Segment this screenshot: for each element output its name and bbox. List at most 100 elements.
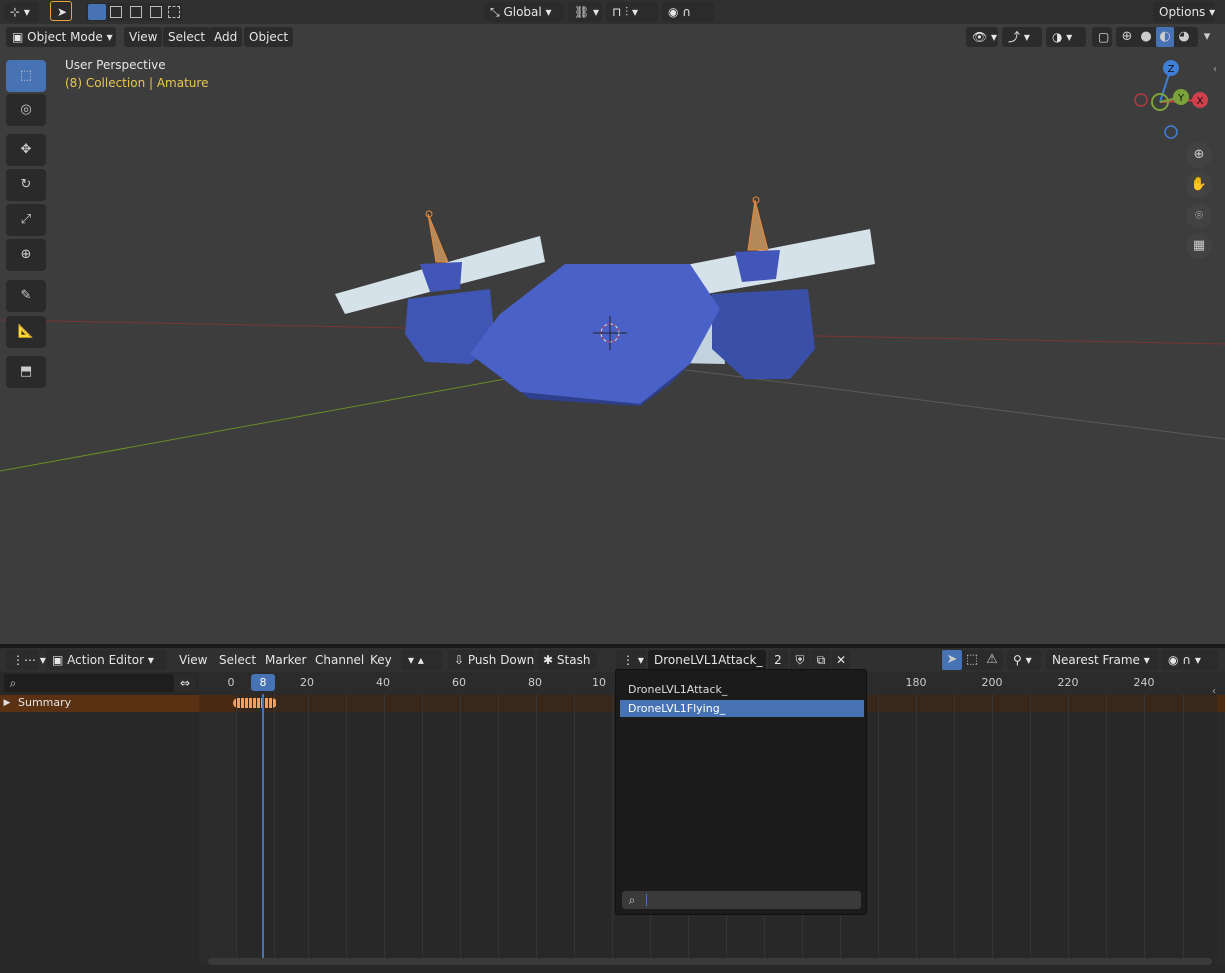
ae-menu-select[interactable]: Select	[214, 650, 261, 670]
proportional-icon: ◉ ∩	[668, 5, 692, 19]
camera-view-button[interactable]: ⌾	[1186, 203, 1212, 229]
keyframe-cluster[interactable]	[233, 698, 277, 708]
pivot-dropdown[interactable]: ⛓ ▾	[568, 2, 602, 22]
sidebar-toggle-icon[interactable]: ‹	[1213, 64, 1217, 75]
dropdown-search-field[interactable]: ⌕	[622, 891, 861, 909]
select-intersect-button[interactable]	[168, 6, 180, 18]
new-action-button[interactable]: ⧉	[811, 650, 831, 670]
dopesheet-editor-type[interactable]: ⋮⋯ ▾	[6, 650, 46, 670]
editor-type-button[interactable]: ⊹ ▾	[4, 2, 38, 22]
swap-filter-button[interactable]: ⇔	[174, 674, 196, 692]
tool-move[interactable]: ✥	[6, 134, 46, 166]
scale-icon: ⤢	[20, 212, 32, 227]
channel-search-input[interactable]: ⌕	[4, 674, 174, 692]
select-subtract-button[interactable]	[130, 6, 142, 18]
select-invert-button[interactable]	[150, 6, 162, 18]
tick-180: 180	[905, 676, 927, 689]
fake-user-button[interactable]: ⛨	[790, 650, 810, 670]
visibility-dropdown[interactable]: 👁 ▾	[966, 27, 998, 47]
select-extend-button[interactable]	[110, 6, 122, 18]
menu-view[interactable]: View	[124, 27, 163, 47]
3d-viewport[interactable]: Z Y X User Perspective (8) Collection | …	[0, 24, 1225, 644]
user-count-badge[interactable]: 2	[768, 650, 788, 670]
filter-dropdown[interactable]: ⚲ ▾	[1007, 650, 1041, 670]
tool-rotate[interactable]: ↻	[6, 169, 46, 201]
summary-channel[interactable]: ▶ Summary	[0, 695, 199, 712]
playhead-line[interactable]	[262, 694, 264, 964]
tool-transform[interactable]: ⊕	[6, 239, 46, 271]
arrow-down-up-icon: ▾ ▴	[408, 653, 424, 667]
orientation-dropdown[interactable]: ⤡ Global ▾	[484, 2, 564, 22]
stash-button[interactable]: ✱ Stash	[537, 650, 597, 670]
ae-menu-channel[interactable]: Channel	[310, 650, 369, 670]
overlay-dropdown[interactable]: ◑ ▾	[1046, 27, 1086, 47]
editor-type-icon: ⊹ ▾	[10, 5, 30, 19]
nav-gizmo: Z Y X	[1134, 60, 1208, 139]
mode-editor-dropdown[interactable]: ▣ Action Editor ▾	[46, 650, 166, 670]
tool-cursor[interactable]: ◎	[6, 94, 46, 126]
ae-menu-view[interactable]: View	[174, 650, 212, 670]
layer-nav-group[interactable]: ▾ ▴	[402, 650, 442, 670]
current-frame-badge[interactable]: 8	[251, 674, 275, 691]
annotate-icon: ✎	[20, 288, 32, 303]
snap-mode-dropdown[interactable]: Nearest Frame ▾	[1046, 650, 1158, 670]
action-name-field[interactable]: DroneLVL1Attack_	[648, 650, 766, 670]
browse-action-button[interactable]: ⋮ ▾	[616, 650, 646, 670]
dopesheet-icon: ⋮⋯ ▾	[12, 653, 46, 667]
menu-select[interactable]: Select	[163, 27, 211, 47]
ortho-toggle-button[interactable]: ▦	[1186, 233, 1212, 259]
solid-icon[interactable]: ●	[1137, 27, 1155, 47]
expand-arrow-icon[interactable]: ▶	[2, 693, 12, 713]
select-tool-toggle[interactable]: ➤	[50, 1, 72, 21]
tick-200: 200	[981, 676, 1003, 689]
pan-button[interactable]: ✋	[1186, 172, 1212, 198]
proportional-ae-group[interactable]: ◉ ∩ ▾	[1162, 650, 1218, 670]
snap-group[interactable]: ⊓ ⫶ ▾	[606, 2, 658, 22]
viewport-header: ▣ Object Mode ▾ View Select Add Object 👁…	[0, 24, 1225, 50]
dropdown-item-flying[interactable]: DroneLVL1Flying_	[620, 700, 864, 717]
move-icon: ✥	[20, 142, 32, 157]
tool-select-box[interactable]: ⬚	[6, 60, 46, 92]
options-dropdown[interactable]: Options ▾	[1153, 2, 1215, 22]
action-browse-dropdown: DroneLVL1Attack_ DroneLVL1Flying_ ⌕	[615, 669, 867, 915]
shading-options-icon[interactable]: ▾	[1200, 27, 1214, 47]
tool-measure[interactable]: 📐	[6, 316, 46, 348]
horizontal-scrollbar[interactable]	[208, 958, 1212, 965]
svg-text:X: X	[1197, 96, 1204, 107]
tick-60: 60	[452, 676, 466, 689]
viewport-perspective-label: User Perspective	[65, 58, 166, 72]
unlink-action-button[interactable]: ✕	[832, 650, 850, 670]
tool-scale[interactable]: ⤢	[6, 204, 46, 236]
wireframe-icon[interactable]: ⊕	[1118, 27, 1136, 47]
ae-menu-key[interactable]: Key	[365, 650, 397, 670]
mode-dropdown[interactable]: ▣ Object Mode ▾	[6, 27, 116, 47]
rotate-icon: ↻	[20, 177, 32, 192]
proportional-edit-group[interactable]: ◉ ∩	[662, 2, 714, 22]
tick-20: 20	[300, 676, 314, 689]
cursor-target-icon: ◎	[20, 102, 32, 117]
svg-text:Z: Z	[1168, 64, 1175, 75]
search-icon: ⌕	[9, 676, 17, 690]
gizmo-dropdown[interactable]: ⤴ ▾	[1002, 27, 1042, 47]
shading-group: ⊕ ● ◐ ◕	[1116, 27, 1198, 47]
rendered-icon[interactable]: ◕	[1175, 27, 1193, 47]
svg-text:Y: Y	[1177, 93, 1185, 104]
errors-icon[interactable]: ⚠	[982, 650, 1002, 670]
xray-toggle[interactable]: ▢	[1092, 27, 1112, 47]
grid-line	[639, 363, 1225, 440]
ae-menu-marker[interactable]: Marker	[260, 650, 311, 670]
right-mast	[735, 250, 780, 282]
menu-object[interactable]: Object	[244, 27, 294, 47]
select-new-button[interactable]	[88, 4, 106, 20]
menu-add[interactable]: Add	[209, 27, 243, 47]
channel-region: ▶ Summary	[0, 694, 199, 973]
dropdown-item-attack[interactable]: DroneLVL1Attack_	[620, 681, 864, 698]
show-hidden-icon[interactable]: ⬚	[962, 650, 982, 670]
zoom-button[interactable]: ⊕	[1186, 142, 1212, 168]
push-down-button[interactable]: ⇩ Push Down	[448, 650, 534, 670]
tool-add-cube[interactable]: ⬒	[6, 356, 46, 388]
material-preview-icon[interactable]: ◐	[1156, 27, 1174, 47]
only-selected-icon[interactable]: ➤	[942, 650, 962, 670]
select-box-icon: ⬚	[19, 68, 33, 83]
tool-annotate[interactable]: ✎	[6, 280, 46, 312]
